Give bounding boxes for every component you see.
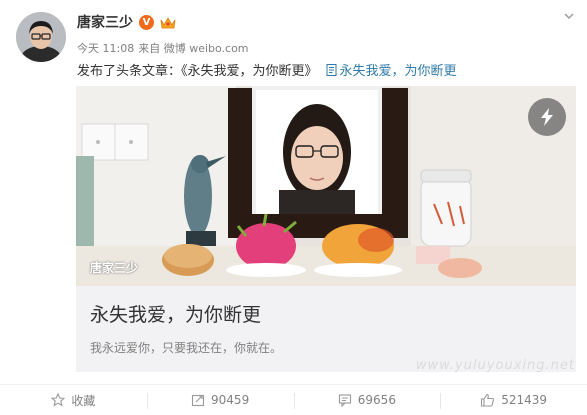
repost-button[interactable]: 90459 (146, 385, 294, 415)
cover-image-badge: 唐家三少 (90, 261, 139, 275)
collect-button[interactable]: 收藏 (0, 385, 147, 415)
verified-badge-icon[interactable]: V (139, 14, 154, 30)
article-cover-image[interactable]: 唐家三少 (76, 86, 576, 286)
post-action-bar: 收藏 90459 69656 521439 (0, 384, 587, 415)
article-summary: 我永远爱你，只要我还在，你就在。 (90, 341, 283, 355)
post-time[interactable]: 今天 11:08 (77, 40, 134, 56)
post-text: 发布了头条文章：《永失我爱，为你断更》 永失我爱，为你断更 (77, 60, 457, 79)
comment-count: 69656 (357, 393, 396, 407)
post-meta: 今天 11:08 来自 微博 weibo.com (77, 40, 249, 56)
thumbs-up-icon (481, 393, 495, 407)
post-body-text: 发布了头条文章：《永失我爱，为你断更》 (77, 64, 318, 79)
crown-icon[interactable] (160, 15, 176, 29)
comment-button[interactable]: 69656 (293, 385, 441, 415)
avatar[interactable] (16, 12, 66, 62)
repost-icon (191, 394, 205, 407)
article-title[interactable]: 永失我爱，为你断更 (90, 300, 261, 327)
author-name[interactable]: 唐家三少 (77, 12, 133, 32)
watermark: www.yuluyouxing.net (415, 358, 575, 373)
star-icon (51, 393, 66, 407)
weibo-post-card: 唐家三少 V 今天 11:08 来自 微博 weibo.com 发布了头条文章：… (0, 0, 587, 415)
comment-icon (338, 394, 351, 407)
like-count: 521439 (501, 393, 548, 407)
post-source: 来自 微博 weibo.com (138, 42, 249, 55)
document-icon (326, 63, 337, 76)
flash-icon[interactable] (528, 98, 566, 136)
article-card[interactable]: 唐家三少 永失我爱，为你断更 我永远爱你，只要我还在，你就在。 (76, 86, 576, 372)
article-link[interactable]: 永失我爱，为你断更 (326, 60, 457, 79)
author-line: 唐家三少 V (77, 12, 176, 32)
repost-count: 90459 (211, 393, 250, 407)
article-link-text[interactable]: 永失我爱，为你断更 (340, 60, 457, 79)
collect-label: 收藏 (71, 393, 96, 408)
like-button[interactable]: 521439 (440, 385, 587, 415)
chevron-down-icon[interactable] (563, 10, 575, 22)
